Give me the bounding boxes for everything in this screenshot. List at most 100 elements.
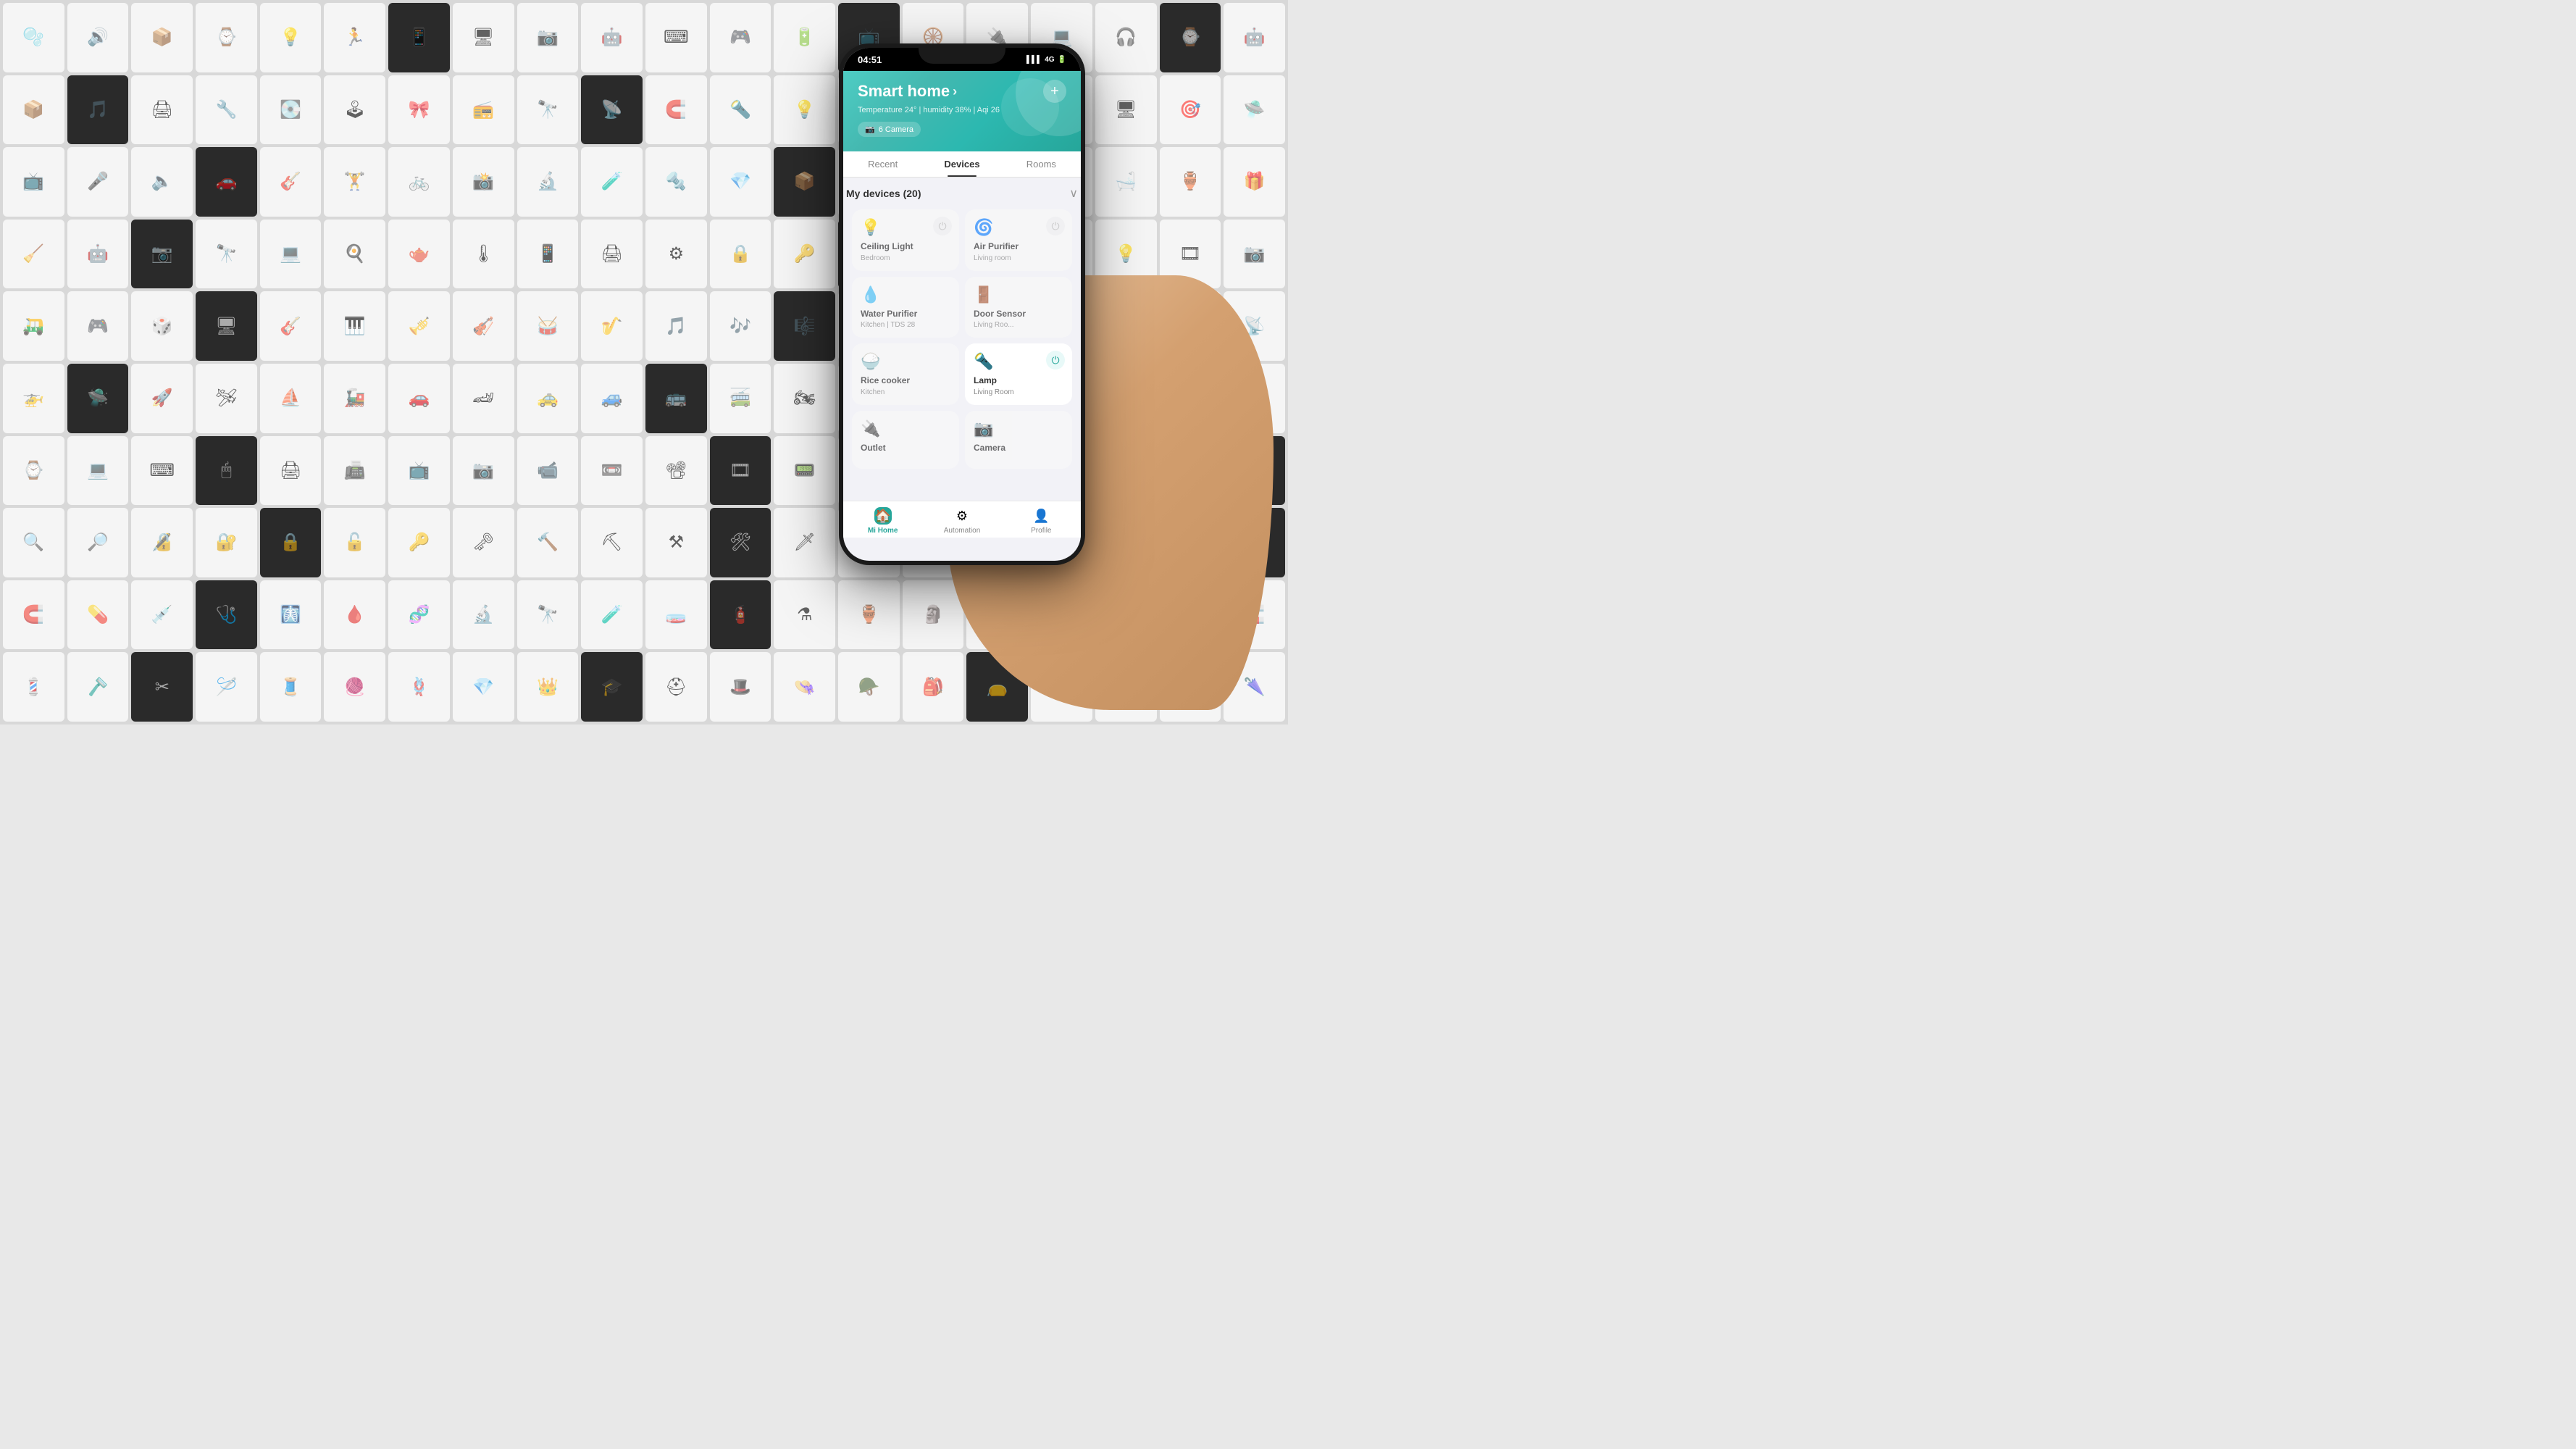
bg-cell: 📺 [388, 436, 450, 506]
devices-header: My devices (20) ∨ [843, 178, 1081, 209]
header-top: Smart home › + [858, 80, 1066, 103]
device-card-door-sensor[interactable]: 🚪 Door Sensor Living Roo... [965, 277, 1072, 338]
bg-cell: ⚒ [645, 508, 707, 577]
bg-cell: 🏃 [324, 3, 385, 72]
bg-cell: 🔬 [517, 147, 579, 217]
bg-cell: 📦 [3, 75, 64, 145]
tab-recent[interactable]: Recent [843, 151, 922, 177]
status-icons: ▌▌▌ 4G 🔋 [1026, 56, 1066, 64]
bg-cell: 🩸 [324, 580, 385, 650]
phone-notch [919, 43, 1005, 64]
devices-grid: 💡 ⏻ Ceiling Light Bedroom 🌀 ⏻ Air Puri [852, 209, 1072, 469]
device-card-ceiling-light[interactable]: 💡 ⏻ Ceiling Light Bedroom [852, 209, 959, 271]
bg-cell: 📟 [774, 436, 835, 506]
bg-cell: 🫧 [3, 3, 64, 72]
bg-cell: 🔭 [517, 580, 579, 650]
outlet-icon: 🔌 [861, 419, 950, 438]
bg-cell: 🖥 [453, 3, 514, 72]
bg-cell: 🔓 [324, 508, 385, 577]
bg-cell: 🌡 [453, 220, 514, 289]
bg-cell: 🎹 [324, 291, 385, 361]
bg-cell: 🚲 [388, 147, 450, 217]
bg-cell: 🧹 [3, 220, 64, 289]
bg-cell: 🖨 [581, 220, 643, 289]
device-card-outlet[interactable]: 🔌 Outlet [852, 411, 959, 469]
bg-cell: 🛺 [3, 291, 64, 361]
bg-cell: 🎓 [581, 652, 643, 722]
bg-cell: 📷 [1224, 220, 1285, 289]
bg-cell: 🔋 [774, 3, 835, 72]
nav-tabs: Recent Devices Rooms [843, 151, 1081, 178]
bg-cell: 🎸 [260, 147, 322, 217]
bg-cell: 🚕 [517, 364, 579, 433]
bg-cell: 🎀 [388, 75, 450, 145]
bg-cell: 🎻 [453, 291, 514, 361]
bottom-nav-automation[interactable]: ⚙ Automation [922, 507, 1001, 535]
bg-cell: 📷 [131, 220, 193, 289]
bg-cell: 🔨 [517, 508, 579, 577]
profile-icon: 👤 [1032, 507, 1050, 525]
bg-cell: 🎸 [260, 291, 322, 361]
bg-cell: 🎶 [710, 291, 771, 361]
bg-cell: 🧪 [581, 580, 643, 650]
devices-scroll[interactable]: 💡 ⏻ Ceiling Light Bedroom 🌀 ⏻ Air Puri [843, 209, 1081, 501]
network-type: 4G [1045, 56, 1054, 64]
device-card-lamp[interactable]: 🔦 ⏻ Lamp Living Room [965, 343, 1072, 405]
bg-cell: 🧪 [581, 147, 643, 217]
bg-cell: 🗡 [774, 508, 835, 577]
bg-cell: 🧲 [3, 580, 64, 650]
tab-rooms[interactable]: Rooms [1002, 151, 1081, 177]
bg-cell: 🚁 [3, 364, 64, 433]
device-card-water-purifier[interactable]: 💧 Water Purifier Kitchen | TDS 28 [852, 277, 959, 338]
status-time: 04:51 [858, 54, 882, 65]
bg-cell: 📹 [517, 436, 579, 506]
phone-in-hand: 04:51 ▌▌▌ 4G 🔋 Smart home › [839, 43, 1216, 681]
phone-frame: 04:51 ▌▌▌ 4G 🔋 Smart home › [839, 43, 1085, 565]
bg-cell: 💡 [260, 3, 322, 72]
bg-cell: ✂ [131, 652, 193, 722]
bg-cell: 📦 [131, 3, 193, 72]
device-card-rice-cooker[interactable]: 🍚 Rice cooker Kitchen [852, 343, 959, 405]
smart-home-title: Smart home › [858, 82, 957, 101]
tab-devices[interactable]: Devices [922, 151, 1001, 177]
bottom-nav-mi-home[interactable]: 🏠 Mi Home [843, 507, 922, 535]
bg-cell: 💉 [131, 580, 193, 650]
bg-cell: 🔧 [196, 75, 257, 145]
bg-cell: 🔐 [196, 508, 257, 577]
bg-cell: 🎩 [710, 652, 771, 722]
air-purifier-power-btn[interactable]: ⏻ [1046, 217, 1065, 235]
bg-cell: 🎺 [388, 291, 450, 361]
add-button[interactable]: + [1043, 80, 1066, 103]
lamp-power-btn[interactable]: ⏻ [1046, 351, 1065, 369]
phone-screen: 04:51 ▌▌▌ 4G 🔋 Smart home › [843, 48, 1081, 561]
ceiling-light-power-btn[interactable]: ⏻ [933, 217, 952, 235]
bg-cell: 💻 [260, 220, 322, 289]
bg-cell: 📸 [453, 147, 514, 217]
bg-cell: 🤖 [581, 3, 643, 72]
bg-cell: 🏎 [453, 364, 514, 433]
device-card-air-purifier[interactable]: 🌀 ⏻ Air Purifier Living room [965, 209, 1072, 271]
bg-cell: 🖱 [196, 436, 257, 506]
bg-cell: 🖨 [131, 75, 193, 145]
bg-cell: ⚗ [774, 580, 835, 650]
water-purifier-icon: 💧 [861, 285, 950, 304]
bg-cell: 📱 [388, 3, 450, 72]
camera-device-icon: 📷 [974, 419, 1063, 438]
device-card-camera[interactable]: 📷 Camera [965, 411, 1072, 469]
bottom-nav-profile[interactable]: 👤 Profile [1002, 507, 1081, 535]
bg-cell: 🔭 [517, 75, 579, 145]
bg-cell: 🪒 [67, 652, 129, 722]
bg-cell: 👑 [517, 652, 579, 722]
bg-cell: 🔩 [645, 147, 707, 217]
camera-badge[interactable]: 📷 6 Camera [858, 122, 921, 137]
bg-cell: 🔭 [196, 220, 257, 289]
bg-cell: 🛠 [710, 508, 771, 577]
bg-cell: 📷 [453, 436, 514, 506]
bg-cell: 📼 [581, 436, 643, 506]
bg-cell: 🗝 [453, 508, 514, 577]
bg-cell: 📻 [453, 75, 514, 145]
app-header: Smart home › + Temperature 24° | humidit… [843, 71, 1081, 151]
bg-cell: ⛵ [260, 364, 322, 433]
bg-cell: 🧯 [710, 580, 771, 650]
bg-cell: 🎮 [710, 3, 771, 72]
